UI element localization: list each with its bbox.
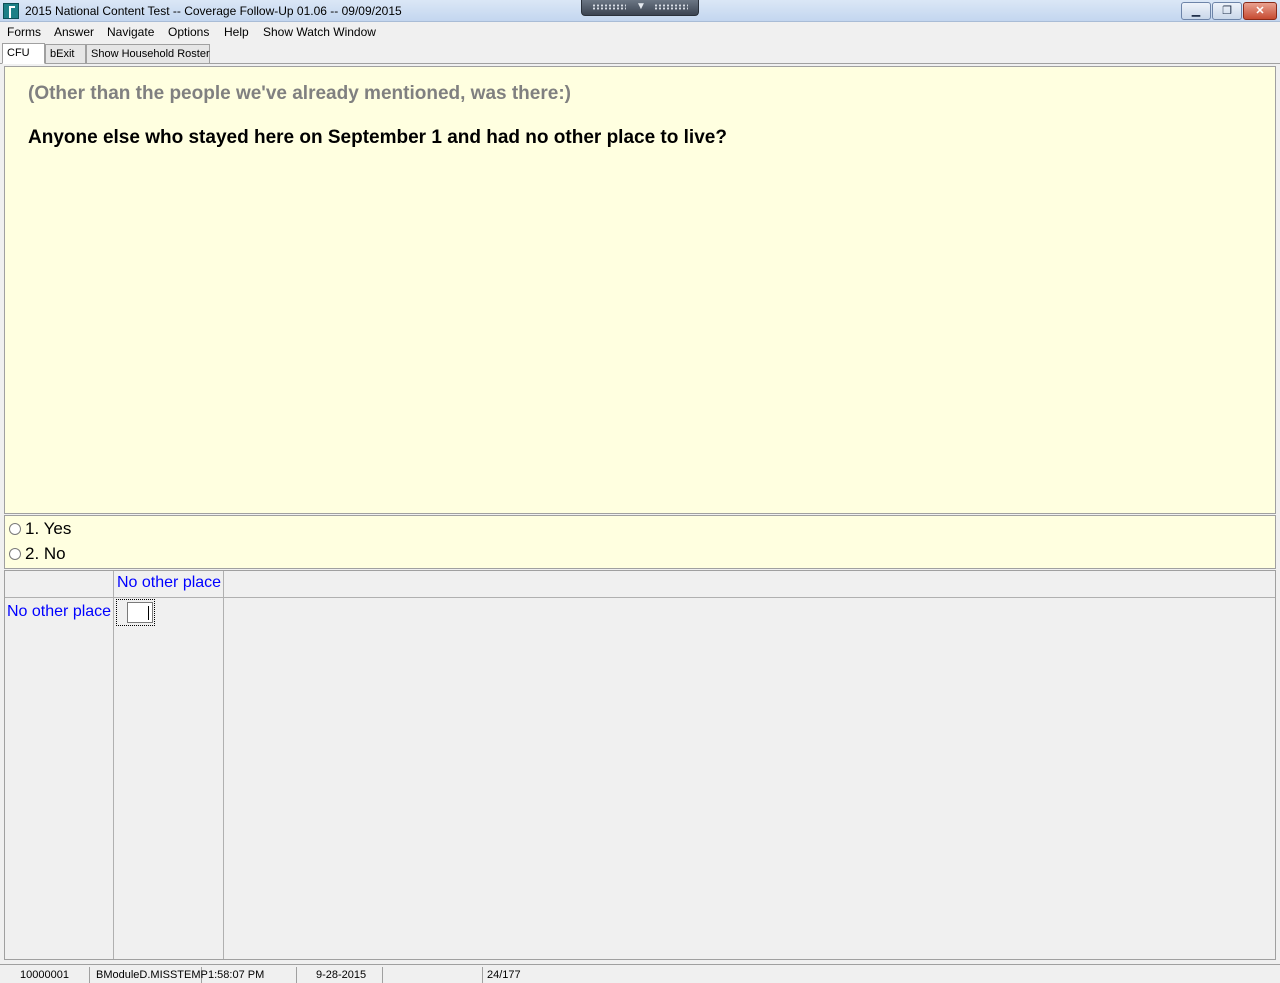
menu-options[interactable]: Options bbox=[168, 25, 209, 39]
radio-no[interactable] bbox=[9, 548, 21, 560]
minimize-button[interactable]: ▁ bbox=[1181, 2, 1211, 20]
status-bar: 10000001 BModuleD.MISSTEMP 1:58:07 PM 9-… bbox=[0, 964, 1280, 983]
grid-column-header: No other place bbox=[117, 574, 222, 591]
text-caret bbox=[148, 606, 149, 620]
question-text: Anyone else who stayed here on September… bbox=[28, 127, 727, 148]
grid-cell-field[interactable] bbox=[127, 602, 153, 623]
menu-forms[interactable]: Forms bbox=[7, 25, 41, 39]
title-bar: 2015 National Content Test -- Coverage F… bbox=[0, 0, 1280, 22]
down-arrow-icon: ▼ bbox=[636, 1, 646, 12]
status-date: 9-28-2015 bbox=[297, 967, 383, 983]
menu-answer[interactable]: Answer bbox=[54, 25, 94, 39]
menu-navigate[interactable]: Navigate bbox=[107, 25, 154, 39]
app-icon bbox=[3, 3, 19, 19]
grid-divider bbox=[113, 571, 114, 959]
maximize-button[interactable]: ❐ bbox=[1212, 2, 1242, 20]
status-page: 24/177 bbox=[487, 969, 521, 981]
grip-icon bbox=[592, 4, 626, 10]
status-time: 1:58:07 PM bbox=[202, 967, 297, 983]
status-case-id: 10000001 bbox=[0, 967, 90, 983]
tab-strip: CFU bExit Show Household Roster bbox=[0, 42, 1280, 64]
answer-pane: 1. Yes 2. No bbox=[4, 515, 1276, 569]
grid-row-header: No other place bbox=[7, 603, 112, 620]
grid-cell-input[interactable] bbox=[116, 599, 155, 626]
status-empty bbox=[383, 967, 483, 983]
answer-option-label: 1. Yes bbox=[25, 519, 72, 538]
menu-show-watch-window[interactable]: Show Watch Window bbox=[263, 25, 376, 39]
grid-divider bbox=[223, 571, 224, 959]
window-title: 2015 National Content Test -- Coverage F… bbox=[25, 4, 402, 18]
tab-cfu[interactable]: CFU bbox=[2, 43, 45, 64]
answer-option-label: 2. No bbox=[25, 544, 66, 563]
menu-help[interactable]: Help bbox=[224, 25, 249, 39]
close-button[interactable]: ✕ bbox=[1243, 2, 1277, 20]
tab-bexit[interactable]: bExit bbox=[45, 44, 86, 64]
grip-icon bbox=[654, 4, 688, 10]
menu-bar: Forms Answer Navigate Options Help Show … bbox=[0, 22, 1280, 42]
status-field: BModuleD.MISSTEMP bbox=[90, 967, 208, 983]
grid-divider bbox=[5, 597, 1275, 598]
dock-handle[interactable]: ▼ bbox=[581, 0, 699, 16]
question-pane: (Other than the people we've already men… bbox=[4, 66, 1276, 514]
question-intro: (Other than the people we've already men… bbox=[28, 83, 571, 104]
tab-show-household-roster[interactable]: Show Household Roster bbox=[86, 44, 210, 64]
radio-yes[interactable] bbox=[9, 523, 21, 535]
grid-pane: No other place No other place bbox=[4, 570, 1276, 960]
